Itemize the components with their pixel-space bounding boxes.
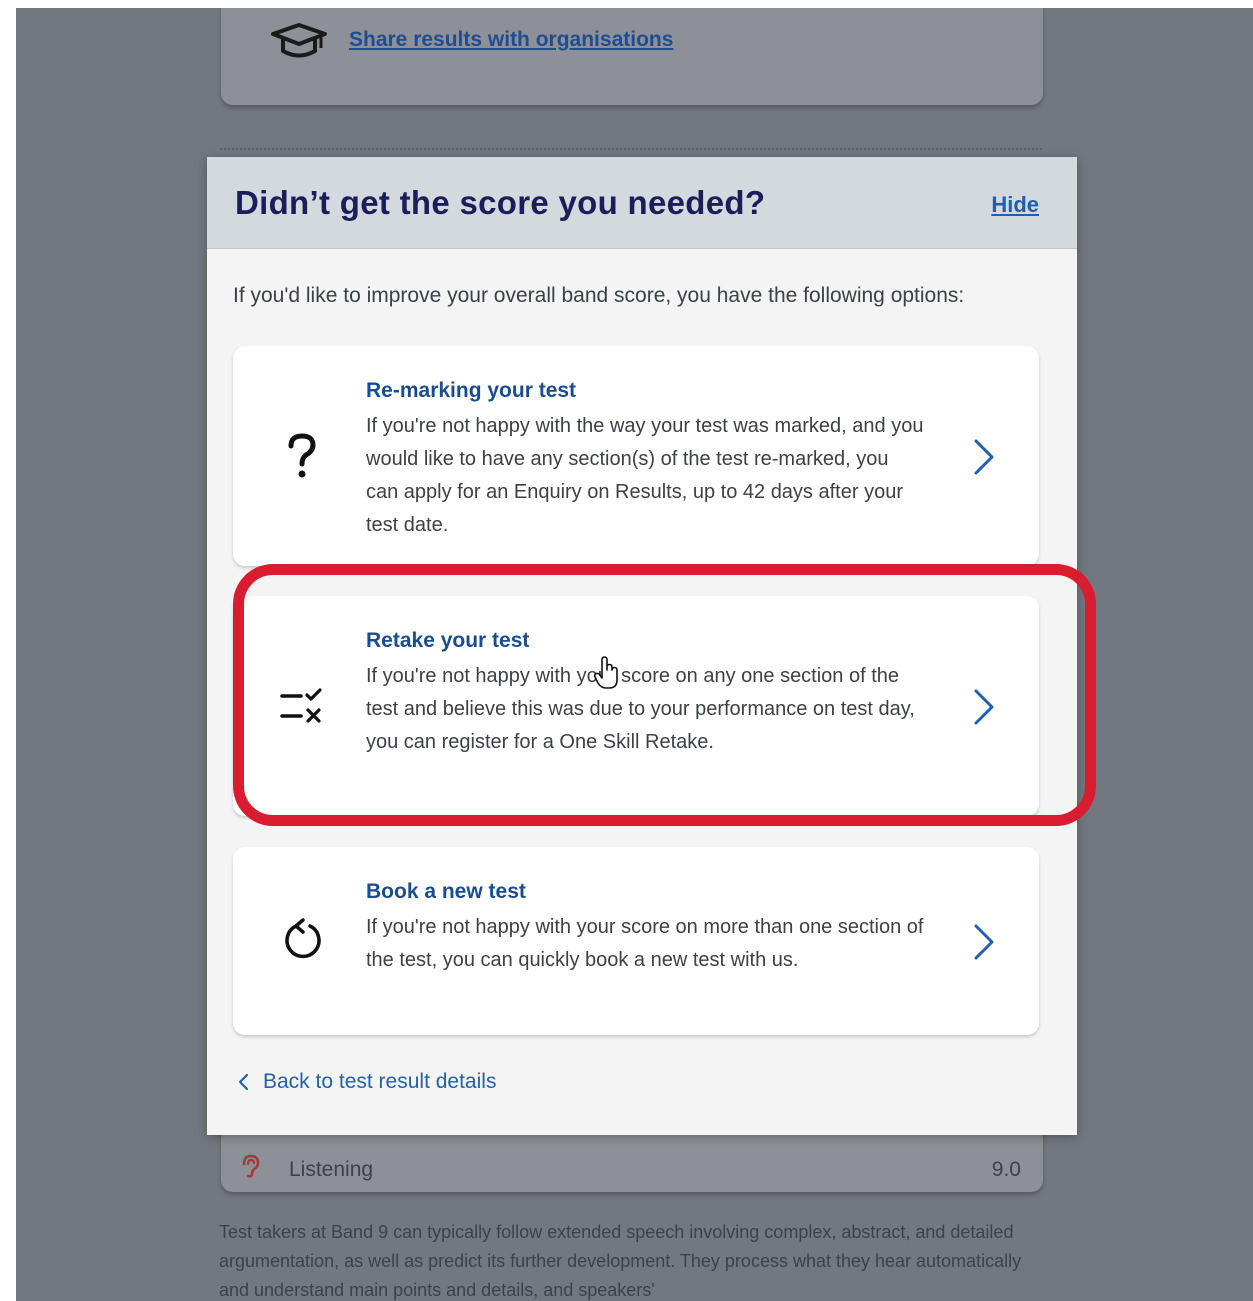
hide-link[interactable]: Hide xyxy=(991,192,1039,218)
share-results-card: Share results with organisations xyxy=(221,8,1043,105)
share-results-link[interactable]: Share results with organisations xyxy=(349,28,673,52)
chevron-left-icon xyxy=(238,1073,249,1091)
back-to-results-link[interactable]: Back to test result details xyxy=(237,1070,496,1094)
checklist-icon xyxy=(279,683,325,729)
dialog-header: Didn’t get the score you needed? Hide xyxy=(207,157,1077,249)
option-title: Retake your test xyxy=(366,629,530,652)
chevron-right-icon xyxy=(974,924,994,960)
option-title: Book a new test xyxy=(366,880,526,903)
ear-icon xyxy=(242,1154,260,1178)
option-title: Re-marking your test xyxy=(366,379,577,402)
band-description: Test takers at Band 9 can typically foll… xyxy=(219,1222,1022,1300)
refresh-icon xyxy=(279,917,325,963)
listening-label: Listening xyxy=(289,1158,374,1181)
chevron-right-icon xyxy=(974,689,994,725)
listening-score: 9.0 xyxy=(991,1158,1021,1181)
option-text: If you're not happy with your score on m… xyxy=(366,916,924,971)
improve-score-dialog: Didn’t get the score you needed? Hide If… xyxy=(207,157,1077,1135)
dialog-intro: If you'd like to improve your overall ba… xyxy=(233,284,965,307)
option-book-new-test[interactable]: Book a new test If you're not happy with… xyxy=(233,847,1039,1035)
graduation-cap-icon xyxy=(271,23,327,58)
divider xyxy=(220,148,1042,150)
option-text: If you're not happy with the way your te… xyxy=(366,415,924,536)
dialog-title: Didn’t get the score you needed? xyxy=(235,184,766,221)
option-remarking[interactable]: Re-marking your test If you're not happy… xyxy=(233,346,1039,566)
hand-pointer-icon xyxy=(593,656,618,689)
back-link-label: Back to test result details xyxy=(263,1070,497,1093)
option-retake[interactable]: Retake your test If you're not happy wit… xyxy=(233,596,1039,816)
question-mark-icon xyxy=(279,433,325,479)
chevron-right-icon xyxy=(974,439,994,475)
option-text: If you're not happy with your score on a… xyxy=(366,665,915,753)
